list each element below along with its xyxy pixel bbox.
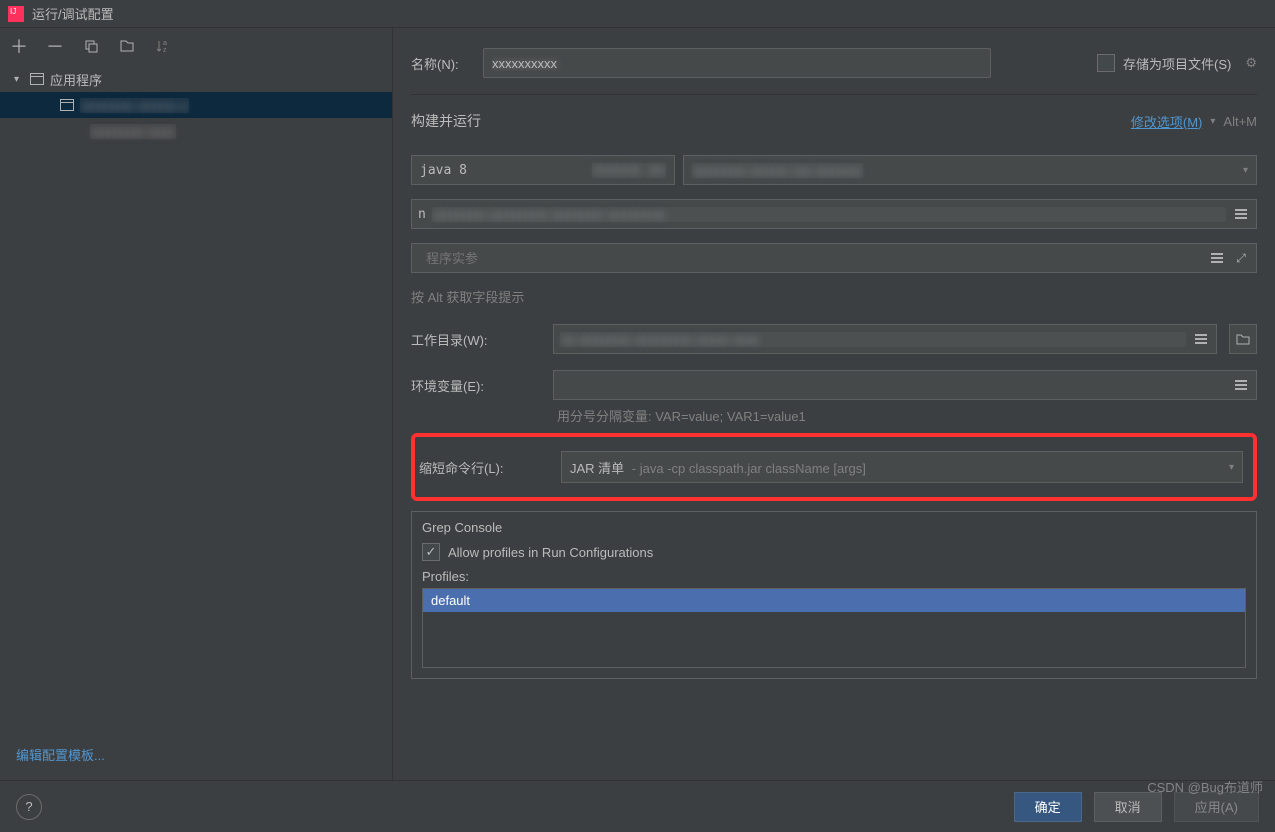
store-as-file-group: 存储为项目文件(S) ⚙ bbox=[1097, 54, 1257, 73]
tree-node-run-config[interactable]: xxxxxxxx xxxxxx x bbox=[0, 92, 392, 118]
allow-profiles-checkbox[interactable] bbox=[422, 543, 440, 561]
store-as-file-checkbox[interactable] bbox=[1097, 54, 1115, 72]
sidebar-footer: 编辑配置模板... bbox=[0, 737, 392, 780]
application-group-icon bbox=[30, 73, 44, 85]
workdir-input-wrap: xx xxxxxxxx xxxxxxxxx xxxxx xxxx bbox=[553, 324, 1217, 354]
app-icon bbox=[8, 6, 24, 22]
main-class-input-wrap: n xxxxxxxx xxxxxxxxx xxxxxxxx xxxxxxxxx bbox=[411, 199, 1257, 229]
jdk-select[interactable]: java 8 xxxxxx xx bbox=[411, 155, 675, 185]
profiles-label: Profiles: bbox=[422, 569, 1246, 584]
tree-node-label: 应用程序 bbox=[50, 70, 102, 89]
profile-item-default[interactable]: default bbox=[423, 589, 1245, 612]
expand-icon[interactable]: ⤢ bbox=[1232, 249, 1250, 267]
tree-node-config-name: xxxxxxxx xxxxxx x bbox=[80, 98, 189, 113]
main-class-prefix: n bbox=[418, 207, 426, 222]
list-icon[interactable] bbox=[1192, 330, 1210, 348]
cancel-button[interactable]: 取消 bbox=[1094, 792, 1162, 822]
tree-node-obscured: xxxxxxxx xxxx bbox=[0, 118, 392, 144]
svg-text:z: z bbox=[163, 47, 167, 54]
ok-button[interactable]: 确定 bbox=[1014, 792, 1082, 822]
save-button[interactable] bbox=[116, 35, 138, 57]
shorten-hint: - java -cp classpath.jar className [args… bbox=[632, 461, 866, 476]
jdk-value: java 8 bbox=[420, 163, 467, 178]
jdk-module-row: java 8 xxxxxx xx xxxxxxxx xxxxxx xxx xxx… bbox=[411, 155, 1257, 185]
grep-console-fieldset: Grep Console Allow profiles in Run Confi… bbox=[411, 511, 1257, 679]
gear-icon[interactable]: ⚙ bbox=[1245, 55, 1257, 71]
shorten-cmdline-select[interactable]: JAR 清单 - java -cp classpath.jar classNam… bbox=[561, 451, 1243, 483]
sort-button[interactable]: az bbox=[152, 35, 174, 57]
env-label: 环境变量(E): bbox=[411, 376, 541, 395]
chevron-down-icon: ▾ bbox=[1243, 165, 1248, 176]
shorten-label: 缩短命令行(L): bbox=[419, 458, 549, 477]
workdir-label: 工作目录(W): bbox=[411, 330, 541, 349]
dialog-button-bar: ? 确定 取消 应用(A) bbox=[0, 780, 1275, 832]
name-input[interactable] bbox=[483, 48, 991, 78]
env-row: 环境变量(E): bbox=[411, 370, 1257, 400]
build-run-title: 构建并运行 bbox=[411, 111, 481, 131]
sidebar: ＋ － az ▾ 应用程序 xxxxxxxx xxxxxx x bbox=[0, 28, 393, 780]
env-hint: 用分号分隔变量: VAR=value; VAR1=value1 bbox=[557, 406, 1257, 425]
shorten-cmdline-highlight: 缩短命令行(L): JAR 清单 - java -cp classpath.ja… bbox=[411, 433, 1257, 501]
main-class-obscured: xxxxxxxx xxxxxxxxx xxxxxxxx xxxxxxxxx bbox=[432, 207, 1226, 222]
shorten-value: JAR 清单 bbox=[570, 461, 624, 476]
config-toolbar: ＋ － az bbox=[0, 28, 392, 64]
main-class-row: n xxxxxxxx xxxxxxxxx xxxxxxxx xxxxxxxxx bbox=[411, 199, 1257, 229]
profiles-list[interactable]: default bbox=[422, 588, 1246, 668]
program-args-input[interactable] bbox=[418, 244, 1202, 272]
add-button[interactable]: ＋ bbox=[8, 35, 30, 57]
program-args-row: ⤢ bbox=[411, 243, 1257, 273]
window-title: 运行/调试配置 bbox=[32, 4, 114, 23]
button-group: 确定 取消 应用(A) bbox=[1014, 792, 1259, 822]
jdk-obscured: xxxxxx xx bbox=[592, 163, 666, 178]
alt-hint: 按 Alt 获取字段提示 bbox=[411, 287, 1257, 306]
config-tree: ▾ 应用程序 xxxxxxxx xxxxxx x xxxxxxxx xxxx bbox=[0, 64, 392, 737]
env-input[interactable] bbox=[560, 371, 1226, 399]
config-content: 名称(N): 存储为项目文件(S) ⚙ 构建并运行 修改选项(M) ▾ Alt+… bbox=[393, 28, 1275, 780]
module-select[interactable]: xxxxxxxx xxxxxx xxx xxxxxxx ▾ bbox=[683, 155, 1257, 185]
module-obscured: xxxxxxxx xxxxxx xxx xxxxxxx bbox=[692, 163, 863, 178]
allow-profiles-label: Allow profiles in Run Configurations bbox=[448, 545, 653, 560]
workdir-obscured: xx xxxxxxxx xxxxxxxxx xxxxx xxxx bbox=[560, 332, 1186, 347]
edit-templates-link[interactable]: 编辑配置模板... bbox=[16, 748, 105, 763]
grep-console-legend: Grep Console bbox=[422, 520, 1246, 535]
build-run-header: 构建并运行 修改选项(M) ▾ Alt+M bbox=[411, 111, 1257, 141]
folder-icon[interactable] bbox=[1229, 324, 1257, 354]
tree-node-applications[interactable]: ▾ 应用程序 bbox=[0, 66, 392, 92]
modify-options-link[interactable]: 修改选项(M) bbox=[1131, 112, 1203, 131]
chevron-down-icon: ▾ bbox=[1210, 116, 1215, 127]
tree-node-obscured-label: xxxxxxxx xxxx bbox=[90, 124, 176, 139]
name-label: 名称(N): bbox=[411, 54, 471, 73]
modify-shortcut: Alt+M bbox=[1223, 114, 1257, 129]
modify-options-group: 修改选项(M) ▾ Alt+M bbox=[1131, 112, 1257, 131]
help-button[interactable]: ? bbox=[16, 794, 42, 820]
titlebar: 运行/调试配置 bbox=[0, 0, 1275, 28]
svg-text:a: a bbox=[163, 40, 167, 47]
apply-button[interactable]: 应用(A) bbox=[1174, 792, 1259, 822]
chevron-down-icon: ▾ bbox=[14, 74, 24, 85]
remove-button[interactable]: － bbox=[44, 35, 66, 57]
copy-button[interactable] bbox=[80, 35, 102, 57]
program-args-wrap: ⤢ bbox=[411, 243, 1257, 273]
divider bbox=[411, 94, 1257, 95]
list-icon[interactable] bbox=[1232, 376, 1250, 394]
name-row: 名称(N): 存储为项目文件(S) ⚙ bbox=[411, 48, 1257, 78]
workdir-row: 工作目录(W): xx xxxxxxxx xxxxxxxxx xxxxx xxx… bbox=[411, 324, 1257, 354]
application-icon bbox=[60, 99, 74, 111]
list-icon[interactable] bbox=[1208, 249, 1226, 267]
list-icon[interactable] bbox=[1232, 205, 1250, 223]
env-input-wrap bbox=[553, 370, 1257, 400]
store-as-file-label: 存储为项目文件(S) bbox=[1123, 54, 1231, 73]
chevron-down-icon: ▾ bbox=[1229, 462, 1234, 473]
main-body: ＋ － az ▾ 应用程序 xxxxxxxx xxxxxx x bbox=[0, 28, 1275, 780]
